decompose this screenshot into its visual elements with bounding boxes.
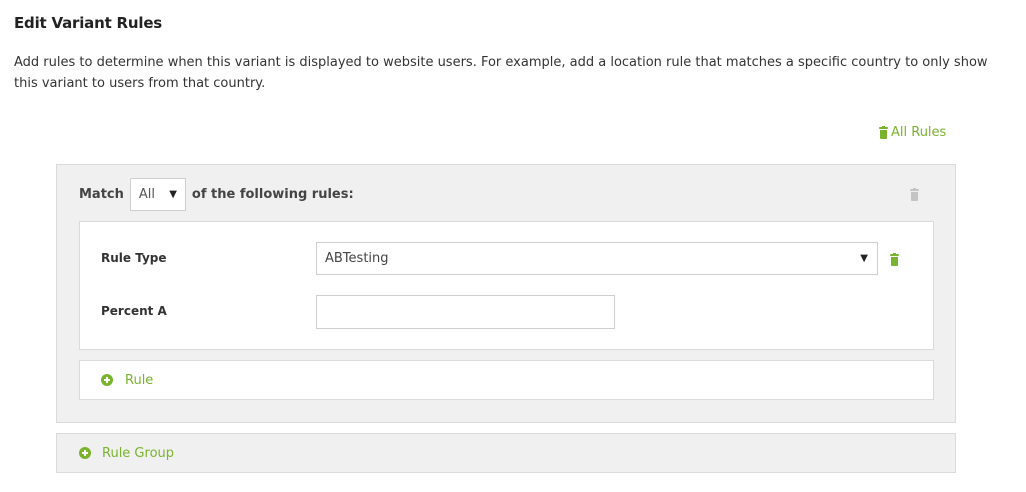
rule-type-value: ABTesting bbox=[325, 251, 389, 266]
add-rule-group-button[interactable]: Rule Group bbox=[56, 433, 956, 473]
match-select-value: All bbox=[138, 187, 156, 202]
page-description: Add rules to determine when this variant… bbox=[14, 55, 988, 91]
match-suffix: of the following rules: bbox=[191, 187, 354, 202]
rule-card: Rule Type ABTesting ▼ Percent A bbox=[79, 221, 934, 350]
rule-type-select[interactable]: ABTesting ▼ bbox=[316, 242, 878, 275]
match-prefix: Match bbox=[79, 187, 124, 202]
plus-circle-icon bbox=[101, 374, 113, 386]
delete-all-rules-link[interactable]: All Rules bbox=[879, 125, 946, 140]
caret-down-icon: ▼ bbox=[860, 253, 868, 264]
caret-down-icon: ▼ bbox=[169, 189, 177, 200]
rule-type-label: Rule Type bbox=[101, 251, 167, 265]
add-rule-group-label: Rule Group bbox=[102, 445, 175, 461]
match-row: Match All ▼ of the following rules: bbox=[79, 178, 354, 211]
delete-all-rules-label: All Rules bbox=[891, 125, 947, 140]
delete-rule-button[interactable] bbox=[890, 251, 899, 270]
percent-a-input[interactable] bbox=[316, 295, 615, 329]
add-rule-button[interactable]: Rule bbox=[79, 360, 934, 400]
rule-group: Match All ▼ of the following rules: Rule… bbox=[56, 164, 956, 423]
page-title: Edit Variant Rules bbox=[14, 14, 163, 32]
plus-circle-icon bbox=[79, 447, 91, 459]
delete-rule-group-button[interactable] bbox=[910, 186, 919, 205]
match-select[interactable]: All ▼ bbox=[129, 178, 186, 211]
trash-icon bbox=[910, 188, 919, 201]
trash-icon bbox=[890, 253, 899, 266]
percent-a-label: Percent A bbox=[101, 304, 167, 318]
add-rule-label: Rule bbox=[125, 372, 154, 388]
trash-icon bbox=[879, 125, 888, 139]
